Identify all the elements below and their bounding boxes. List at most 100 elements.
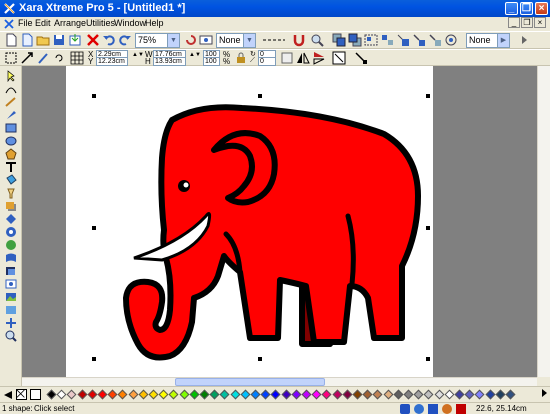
- flip-vertical-icon[interactable]: [312, 51, 326, 65]
- menu-help[interactable]: Help: [145, 18, 164, 28]
- menu-window[interactable]: Window: [114, 18, 146, 28]
- no-color-swatch[interactable]: [16, 389, 27, 400]
- selection-handle[interactable]: [426, 226, 430, 230]
- vertical-scrollbar[interactable]: [537, 66, 550, 377]
- shadow-tool-icon[interactable]: [4, 200, 18, 212]
- selection-handle[interactable]: [258, 94, 262, 98]
- selection-handle[interactable]: [426, 357, 430, 361]
- elephant-drawing[interactable]: [66, 66, 433, 377]
- spin-arrows-icon[interactable]: ▲▼: [189, 52, 201, 58]
- menu-utilities[interactable]: Utilities: [86, 18, 115, 28]
- zoom-select[interactable]: 75% ▼: [135, 33, 180, 48]
- standard-toolbar: 75% ▼ None ▼ None ▶: [0, 31, 550, 49]
- rotate-icon[interactable]: [52, 51, 66, 65]
- arrow-select-icon[interactable]: [20, 51, 34, 65]
- mould-tool-icon[interactable]: [4, 252, 18, 264]
- delete-icon[interactable]: [86, 33, 100, 47]
- selection-handle[interactable]: [258, 357, 262, 361]
- save-icon[interactable]: [52, 33, 66, 47]
- extrude-tool-icon[interactable]: [4, 265, 18, 277]
- menu-bar: File Edit Arrange Utilities Window Help …: [0, 17, 550, 31]
- menu-arrange[interactable]: Arrange: [54, 18, 86, 28]
- transparent-swatch[interactable]: [30, 389, 41, 400]
- fill-tool-icon[interactable]: [4, 174, 18, 186]
- eye-highlight: [183, 182, 189, 188]
- menu-edit[interactable]: Edit: [35, 18, 51, 28]
- document-icon[interactable]: [3, 18, 15, 30]
- doc-restore-button[interactable]: ❐: [521, 17, 533, 28]
- quickshape-tool-icon[interactable]: [4, 148, 18, 160]
- open-icon[interactable]: [36, 33, 50, 47]
- app-icon[interactable]: [3, 2, 16, 15]
- redo-icon[interactable]: [118, 33, 132, 47]
- selector-tool-icon[interactable]: [4, 70, 18, 82]
- drawing-page[interactable]: [66, 66, 433, 377]
- zoom-drawing-icon[interactable]: [199, 33, 213, 47]
- ungroup-icon[interactable]: [380, 33, 394, 47]
- scale-lines-icon[interactable]: [280, 51, 294, 65]
- import-icon[interactable]: [68, 33, 82, 47]
- break-shapes-icon[interactable]: [412, 33, 426, 47]
- chevron-right-icon: ▶: [497, 34, 509, 47]
- group-icon[interactable]: [364, 33, 378, 47]
- y-position-field[interactable]: 12.23cm: [96, 57, 128, 66]
- transform-icon[interactable]: [354, 51, 368, 65]
- bevel-tool-icon[interactable]: [4, 239, 18, 251]
- selector-infobar: X Y 2.29cm 12.23cm ▲▼ W H 17.76cm 13.93c…: [0, 49, 550, 66]
- height-field[interactable]: 13.93cm: [153, 57, 186, 66]
- send-to-back-icon[interactable]: [348, 33, 362, 47]
- new-template-icon[interactable]: [20, 33, 34, 47]
- combine-shapes-icon[interactable]: [396, 33, 410, 47]
- horizontal-scroll-thumb[interactable]: [175, 378, 325, 386]
- blend-tool-icon[interactable]: [4, 213, 18, 225]
- close-button[interactable]: ×: [535, 2, 548, 15]
- grid-icon[interactable]: [70, 51, 84, 65]
- bounds-icon[interactable]: [332, 51, 346, 65]
- selection-handle[interactable]: [92, 94, 96, 98]
- line-style-icon[interactable]: [262, 33, 286, 47]
- photo-tool-icon[interactable]: [4, 291, 18, 303]
- selection-handle[interactable]: [92, 226, 96, 230]
- zoom-tool-icon[interactable]: [4, 330, 18, 342]
- new-document-icon[interactable]: [4, 33, 18, 47]
- scale-y-field[interactable]: 100: [203, 57, 220, 66]
- live-effects-tool-icon[interactable]: [4, 278, 18, 290]
- skew-angle-icon: ⟋: [250, 57, 255, 64]
- toolbar-more-icon[interactable]: [518, 33, 532, 47]
- magnet-snap-icon[interactable]: [292, 33, 306, 47]
- spin-arrows-icon[interactable]: ▲▼: [132, 52, 144, 58]
- shape-editor-tool-icon[interactable]: [4, 83, 18, 95]
- contour-icon[interactable]: [444, 33, 458, 47]
- doc-close-button[interactable]: ×: [534, 17, 546, 28]
- contour-tool-icon[interactable]: [4, 226, 18, 238]
- undo-icon[interactable]: [102, 33, 116, 47]
- freehand-tool-icon[interactable]: [4, 96, 18, 108]
- select-tool-options-icon[interactable]: [4, 51, 18, 65]
- pen-tool-icon[interactable]: [4, 109, 18, 121]
- quality-select[interactable]: None ▼: [216, 33, 256, 48]
- lock-aspect-icon[interactable]: [234, 51, 248, 65]
- palette-scroll-right-icon[interactable]: [540, 388, 549, 398]
- align-icon[interactable]: [428, 33, 442, 47]
- fill-select[interactable]: None ▶: [466, 33, 510, 48]
- flip-horizontal-icon[interactable]: [296, 51, 310, 65]
- zoom-previous-icon[interactable]: [184, 33, 198, 47]
- bring-to-front-icon[interactable]: [332, 33, 346, 47]
- selection-handle[interactable]: [426, 94, 430, 98]
- skew-field[interactable]: 0: [258, 57, 276, 66]
- minimize-button[interactable]: _: [505, 2, 518, 15]
- ellipse-tool-icon[interactable]: [4, 135, 18, 147]
- selection-handle[interactable]: [92, 357, 96, 361]
- maximize-button[interactable]: ❐: [520, 2, 533, 15]
- status-bar: 1 shape: Click select 22.6, 25.14cm: [0, 402, 550, 414]
- doc-minimize-button[interactable]: _: [508, 17, 520, 28]
- transparency-tool-icon[interactable]: [4, 187, 18, 199]
- text-tool-icon[interactable]: [4, 161, 18, 173]
- pen-icon[interactable]: [36, 51, 50, 65]
- push-tool-icon[interactable]: [4, 317, 18, 329]
- menu-file[interactable]: File: [18, 18, 33, 28]
- rectangle-tool-icon[interactable]: [4, 122, 18, 134]
- zoom-tool-icon[interactable]: [310, 33, 324, 47]
- slice-tool-icon[interactable]: [4, 304, 18, 316]
- palette-menu-icon[interactable]: [3, 390, 13, 400]
